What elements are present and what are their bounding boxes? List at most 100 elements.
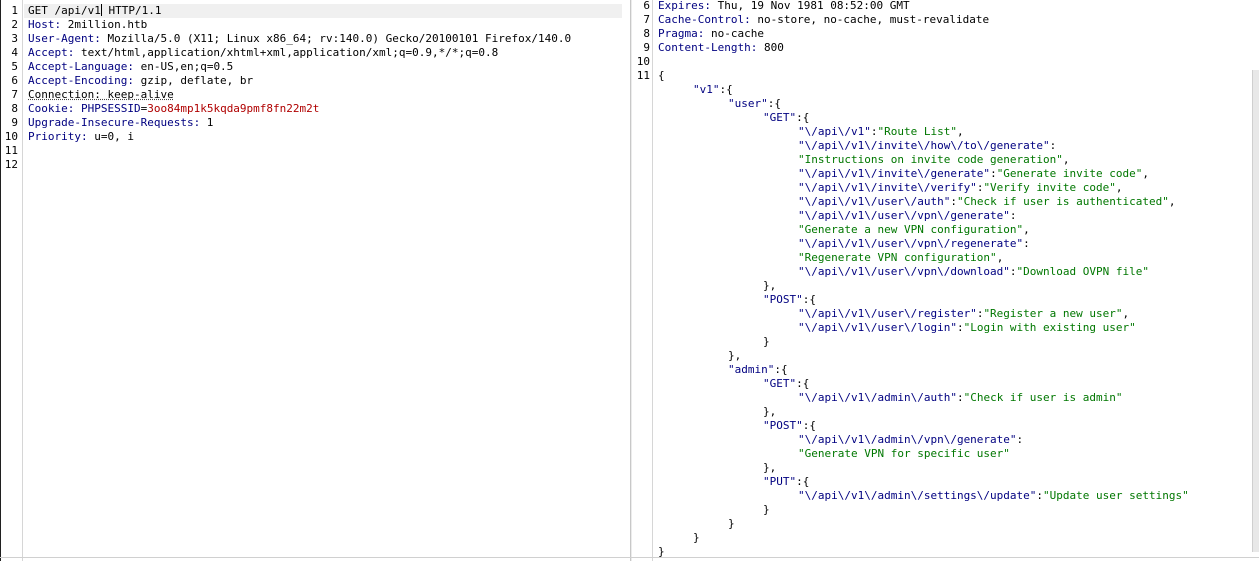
text-token: Mozilla/5.0 (X11; Linux x86_64; rv:140.0… xyxy=(100,32,572,45)
request-line[interactable]: 10 Priority: u=0, i xyxy=(0,130,630,144)
response-line[interactable]: "v1":{ xyxy=(632,83,1252,97)
line-content: Connection: keep-alive xyxy=(28,88,174,102)
request-line[interactable]: 12 xyxy=(0,158,630,172)
response-line[interactable]: "\/api\/v1\/user\/vpn\/regenerate": xyxy=(632,237,1252,251)
response-line[interactable]: 8 Pragma: no-cache xyxy=(632,27,1252,41)
text-token: :{ xyxy=(802,293,816,306)
text-token: : xyxy=(1023,237,1030,250)
response-line[interactable]: "GET":{ xyxy=(632,111,1252,125)
response-line[interactable]: "PUT":{ xyxy=(632,475,1252,489)
response-line[interactable]: "\/api\/v1":"Route List", xyxy=(632,125,1252,139)
line-number: 9 xyxy=(11,116,18,129)
line-content: }, xyxy=(728,349,741,363)
line-content: "\/api\/v1\/invite\/how\/to\/generate": xyxy=(798,139,1056,153)
text-token: , xyxy=(1122,307,1130,320)
json-key: "GET" xyxy=(763,377,797,390)
response-line[interactable]: "admin":{ xyxy=(632,363,1252,377)
response-line[interactable]: }, xyxy=(632,461,1252,475)
request-line[interactable]: 6 Accept-Encoding: gzip, deflate, br xyxy=(0,74,630,88)
response-line[interactable]: "GET":{ xyxy=(632,377,1252,391)
line-content: }, xyxy=(763,461,776,475)
line-number: 7 xyxy=(643,13,650,26)
response-line[interactable]: "\/api\/v1\/invite\/how\/to\/generate": xyxy=(632,139,1252,153)
line-content: } xyxy=(728,517,735,531)
text-token: :{ xyxy=(719,83,733,96)
line-content: }, xyxy=(763,405,776,419)
line-content: Accept-Encoding: gzip, deflate, br xyxy=(28,74,253,88)
text-token: : xyxy=(956,321,964,334)
request-line[interactable]: 3 User-Agent: Mozilla/5.0 (X11; Linux x86… xyxy=(0,32,630,46)
response-line[interactable]: 7 Cache-Control: no-store, no-cache, must… xyxy=(632,13,1252,27)
text-token: :{ xyxy=(796,111,810,124)
response-line[interactable]: "\/api\/v1\/user\/auth":"Check if user i… xyxy=(632,195,1252,209)
request-line[interactable]: 1 GET /api/v1 HTTP/1.1 xyxy=(0,4,630,18)
response-line[interactable]: 10 xyxy=(632,55,1252,69)
response-line[interactable]: "POST":{ xyxy=(632,419,1252,433)
request-line[interactable]: 4 Accept: text/html,application/xhtml+xml… xyxy=(0,46,630,60)
response-line[interactable]: } xyxy=(632,335,1252,349)
text-token: : xyxy=(950,195,957,208)
response-line[interactable]: "Generate a new VPN configuration", xyxy=(632,223,1252,237)
response-line[interactable]: } xyxy=(632,531,1252,545)
response-line[interactable]: "Regenerate VPN configuration", xyxy=(632,251,1252,265)
text-token: } xyxy=(763,503,770,516)
line-content: "admin":{ xyxy=(728,363,788,377)
line-content: "POST":{ xyxy=(763,293,816,307)
line-content: Upgrade-Insecure-Requests: 1 xyxy=(28,116,213,130)
text-token: en-US,en;q=0.5 xyxy=(133,60,234,73)
response-line[interactable]: "\/api\/v1\/invite\/verify":"Verify invi… xyxy=(632,181,1252,195)
line-content: "GET":{ xyxy=(763,377,809,391)
response-scrollbar[interactable] xyxy=(1252,70,1259,552)
request-line[interactable]: 9 Upgrade-Insecure-Requests: 1 xyxy=(0,116,630,130)
response-line[interactable]: }, xyxy=(632,349,1252,363)
response-line[interactable]: "user":{ xyxy=(632,97,1252,111)
json-value: "Update user settings" xyxy=(1043,489,1189,502)
request-line[interactable]: 7 Connection: keep-alive xyxy=(0,88,630,102)
request-line[interactable]: 5 Accept-Language: en-US,en;q=0.5 xyxy=(0,60,630,74)
response-line[interactable]: "Generate VPN for specific user" xyxy=(632,447,1252,461)
response-line[interactable]: "\/api\/v1\/invite\/generate":"Generate … xyxy=(632,167,1252,181)
header-name: Host: xyxy=(28,18,62,31)
text-token: , xyxy=(1115,181,1123,194)
response-line[interactable]: "\/api\/v1\/user\/vpn\/download":"Downlo… xyxy=(632,265,1252,279)
text-token: } xyxy=(728,517,735,530)
json-key: "\/api\/v1\/admin\/auth" xyxy=(798,391,957,404)
request-editor[interactable]: 1 GET /api/v1 HTTP/1.1 2 Host: 2million.htb… xyxy=(0,0,630,561)
response-line[interactable]: 9 Content-Length: 800 xyxy=(632,41,1252,55)
request-line[interactable]: 8 Cookie: PHPSESSID=3oo84mp1k5kqda9pmf8fn… xyxy=(0,102,630,116)
text-token: , xyxy=(1168,195,1176,208)
text-token: text/html,application/xhtml+xml,applicat… xyxy=(74,46,499,59)
response-line[interactable]: "\/api\/v1\/admin\/settings\/update":"Up… xyxy=(632,489,1252,503)
text-token: :{ xyxy=(796,377,810,390)
response-line[interactable]: } xyxy=(632,517,1252,531)
line-content: { xyxy=(658,69,665,83)
text-token: } xyxy=(763,335,770,348)
line-number: 4 xyxy=(11,46,18,59)
json-key: "\/api\/v1\/admin\/settings\/update" xyxy=(798,489,1037,502)
response-line[interactable]: }, xyxy=(632,405,1252,419)
json-key: "\/api\/v1\/user\/auth" xyxy=(798,195,951,208)
response-line[interactable]: "\/api\/v1\/user\/register":"Register a … xyxy=(632,307,1252,321)
response-line[interactable]: }, xyxy=(632,279,1252,293)
json-value: "Generate VPN for specific user" xyxy=(798,447,1010,460)
response-viewer[interactable]: 6 Expires: Thu, 19 Nov 1981 08:52:00 GMT 7… xyxy=(632,0,1259,561)
response-line[interactable]: "Instructions on invite code generation"… xyxy=(632,153,1252,167)
response-line[interactable]: "\/api\/v1\/admin\/vpn\/generate": xyxy=(632,433,1252,447)
header-name: Upgrade-Insecure-Requests: xyxy=(28,116,201,129)
response-line[interactable]: "\/api\/v1\/admin\/auth":"Check if user … xyxy=(632,391,1252,405)
line-number: 6 xyxy=(643,0,650,12)
response-line[interactable]: "POST":{ xyxy=(632,293,1252,307)
response-line[interactable]: } xyxy=(632,503,1252,517)
response-line[interactable]: "\/api\/v1\/user\/vpn\/generate": xyxy=(632,209,1252,223)
response-line[interactable]: 11 { xyxy=(632,69,1252,83)
text-token: : xyxy=(1009,209,1017,222)
line-number: 8 xyxy=(643,27,650,40)
response-line[interactable]: "\/api\/v1\/user\/login":"Login with exi… xyxy=(632,321,1252,335)
request-line[interactable]: 11 xyxy=(0,144,630,158)
response-line[interactable]: 6 Expires: Thu, 19 Nov 1981 08:52:00 GMT xyxy=(632,0,1252,13)
line-content: "v1":{ xyxy=(693,83,733,97)
json-key: "\/api\/v1\/user\/vpn\/regenerate" xyxy=(798,237,1024,250)
line-number: 5 xyxy=(11,60,18,73)
request-line[interactable]: 2 Host: 2million.htb xyxy=(0,18,630,32)
line-content: Content-Length: 800 xyxy=(658,41,784,55)
